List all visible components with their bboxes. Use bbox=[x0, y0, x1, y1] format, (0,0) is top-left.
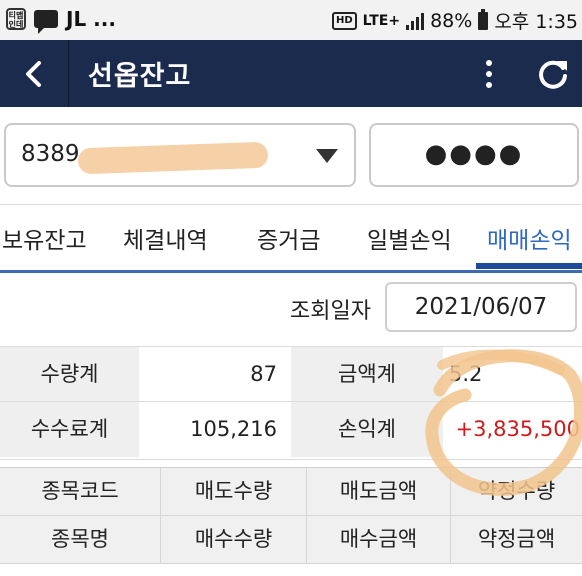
col-header-name: 종목명 bbox=[0, 516, 161, 563]
chat-icon bbox=[34, 10, 58, 34]
amount-total-value: 5.2 bbox=[443, 347, 582, 402]
tab-executions[interactable]: 체결내역 bbox=[123, 221, 208, 255]
battery-percent: 88% bbox=[430, 9, 473, 32]
status-bar: 티맵 인데 JL ... HD LTE+ 88% 오후 1:35 bbox=[0, 0, 582, 40]
account-select[interactable]: 8389 bbox=[4, 123, 356, 187]
fee-total-value: 105,216 bbox=[139, 402, 291, 457]
refresh-icon bbox=[539, 60, 567, 89]
tab-daily-pnl[interactable]: 일별손익 bbox=[367, 221, 452, 255]
password-field[interactable]: ●●●● bbox=[369, 123, 579, 187]
back-button[interactable] bbox=[0, 40, 69, 107]
col-header-buy-qty: 매수수량 bbox=[161, 516, 307, 563]
col-header-sell-amount: 매도금액 bbox=[307, 468, 451, 515]
col-header-contract-qty: 약정수량 bbox=[451, 468, 582, 515]
col-header-sell-qty: 매도수량 bbox=[161, 468, 307, 515]
qty-total-label: 수량계 bbox=[0, 347, 139, 402]
account-number: 8389 bbox=[21, 141, 80, 167]
tab-margin[interactable]: 증거금 bbox=[257, 221, 320, 255]
more-menu-button[interactable] bbox=[474, 54, 504, 94]
amount-total-label: 금액계 bbox=[291, 347, 443, 402]
more-vertical-icon bbox=[486, 60, 492, 66]
tab-holdings[interactable]: 보유잔고 bbox=[2, 221, 87, 255]
tab-trading-pnl[interactable]: 매매손익 bbox=[487, 221, 572, 255]
tab-bar: 보유잔고 체결내역 증거금 일별손익 매매손익 bbox=[0, 204, 582, 273]
col-header-contract-amount: 약정금액 bbox=[451, 516, 582, 563]
status-time: 오후 1:35 bbox=[494, 11, 578, 33]
refresh-button[interactable] bbox=[535, 56, 571, 92]
network-type: LTE+ bbox=[362, 12, 401, 29]
dropdown-arrow-icon bbox=[316, 149, 338, 163]
pnl-total-value: +3,835,500 bbox=[443, 402, 582, 457]
col-header-code: 종목코드 bbox=[0, 468, 161, 515]
page-title: 선옵잔고 bbox=[88, 61, 192, 92]
detail-table-header: 종목코드 매도수량 매도금액 약정수량 종목명 매수수량 매수금액 약정금액 bbox=[0, 467, 582, 576]
fee-total-label: 수수료계 bbox=[0, 402, 139, 457]
app-header: 선옵잔고 bbox=[0, 40, 582, 107]
signal-icon bbox=[406, 12, 425, 30]
hd-voice-icon: HD bbox=[331, 11, 357, 30]
query-date-input[interactable]: 2021/06/07 bbox=[385, 282, 577, 332]
status-app-text: JL ... bbox=[66, 7, 116, 31]
battery-icon bbox=[478, 8, 489, 30]
pnl-total-label: 손익계 bbox=[291, 402, 443, 457]
summary-table: 수량계 87 금액계 5.2 수수료계 105,216 손익계 +3,835,5… bbox=[0, 346, 582, 460]
qty-total-value: 87 bbox=[139, 347, 291, 402]
query-date-label: 조회일자 bbox=[290, 299, 371, 324]
header-bottom-divider bbox=[0, 563, 582, 564]
chevron-left-icon bbox=[26, 60, 41, 87]
col-header-buy-amount: 매수금액 bbox=[307, 516, 451, 563]
tmap-badge-icon: 티맵 인데 bbox=[6, 8, 26, 30]
redaction-scribble bbox=[77, 141, 269, 175]
active-tab-indicator bbox=[476, 263, 582, 269]
